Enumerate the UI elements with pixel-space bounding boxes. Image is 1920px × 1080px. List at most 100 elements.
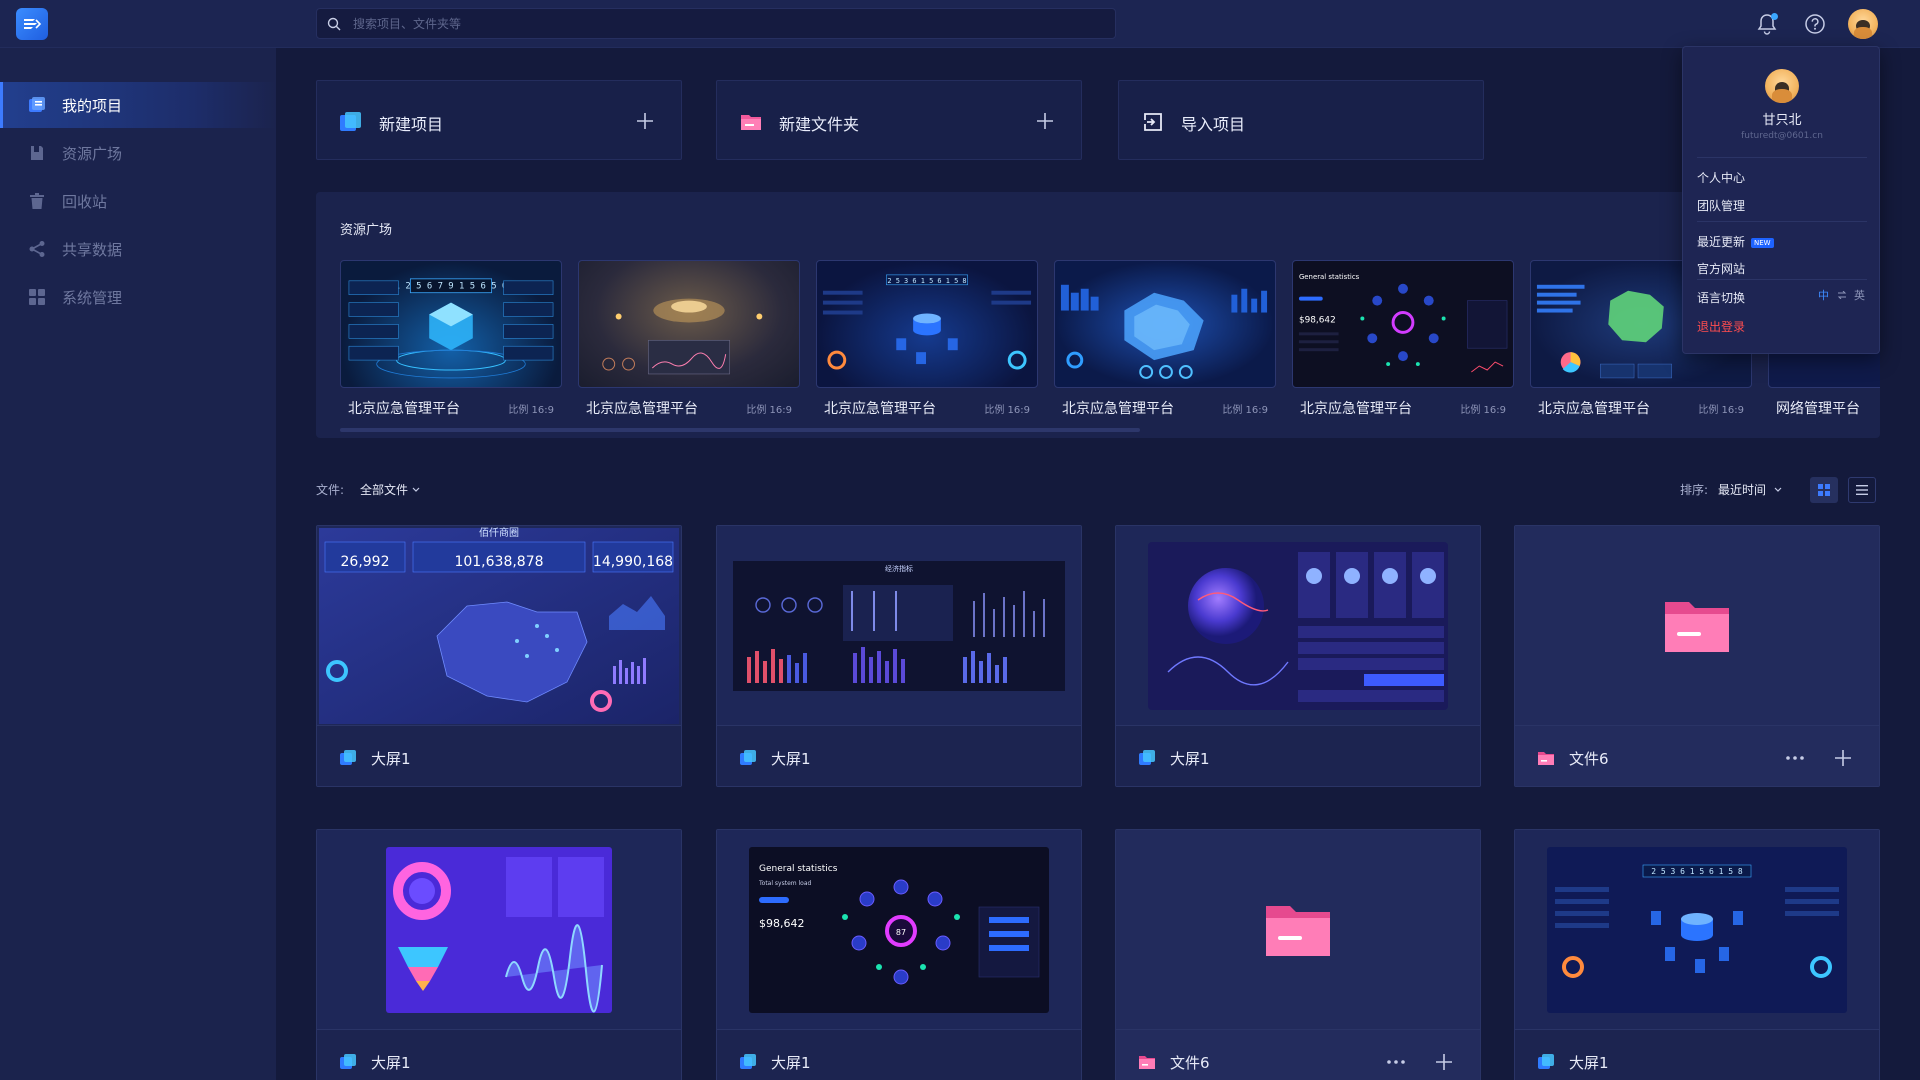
project-icon: [29, 97, 45, 112]
search-bar[interactable]: [316, 8, 1116, 39]
dashboard-preview: General statistics $98,642: [1298, 273, 1508, 373]
avatar-body: [1771, 89, 1793, 103]
folder-card[interactable]: 文件6: [1514, 525, 1880, 787]
search-input[interactable]: [353, 16, 1093, 31]
search-icon: [327, 17, 341, 30]
d7-center-value: 87: [896, 928, 906, 937]
r5-title: General statistics: [1299, 273, 1360, 281]
resource-thumbnail: [1054, 260, 1276, 388]
resource-card[interactable]: 北京应急管理平台 比例 16:9: [578, 260, 800, 417]
d7-title: General statistics: [759, 864, 838, 874]
screen-icon: [1538, 1054, 1554, 1069]
grid-view-button[interactable]: [1810, 477, 1838, 503]
folder-icon: [1538, 752, 1554, 765]
files-filter-dropdown[interactable]: 全部文件: [360, 481, 420, 498]
folder-thumbnail: [1515, 526, 1879, 726]
sidebar-item-trash[interactable]: 回收站: [0, 178, 276, 224]
user-email: futuredt@0601.cn: [1741, 131, 1823, 141]
notification-button[interactable]: [1754, 11, 1780, 37]
project-card-footer: 大屏1: [717, 1030, 1081, 1080]
d1-value-3: 14,990,168: [593, 554, 673, 570]
menu-item-profile[interactable]: 个人中心: [1697, 169, 1745, 186]
menu-item-team[interactable]: 团队管理: [1697, 197, 1745, 214]
sidebar-item-label: 系统管理: [62, 288, 123, 307]
folder-card-footer: 文件6: [1116, 1030, 1480, 1080]
resource-card[interactable]: 北京应急管理平台 比例 16:9: [1054, 260, 1276, 417]
project-card[interactable]: General statistics Total system load $98…: [716, 829, 1082, 1080]
import-project-card[interactable]: 导入项目: [1118, 80, 1484, 160]
add-to-folder-icon[interactable]: [1833, 748, 1853, 768]
dashboard-preview: [1148, 541, 1448, 710]
folder-icon: [741, 115, 761, 130]
menu-item-logout[interactable]: 退出登录: [1697, 318, 1745, 335]
r1-counter: 1 2 5 6 7 9 1 5 6 5 0: [395, 282, 508, 292]
d1-value-1: 26,992: [341, 554, 390, 570]
user-avatar[interactable]: [1848, 9, 1878, 39]
sort-dropdown[interactable]: 最近时间: [1718, 481, 1782, 498]
more-options-button[interactable]: [1386, 1052, 1406, 1072]
menu-item-language[interactable]: 语言切换: [1697, 289, 1745, 306]
folder-card-footer: 文件6: [1515, 726, 1879, 786]
add-to-folder-icon[interactable]: [1434, 1052, 1454, 1072]
resource-card[interactable]: 1 2 5 6 7 9 1 5 6 5 0 北京应急管理平台 比例 16:9: [340, 260, 562, 417]
project-thumbnail: General statistics Total system load $98…: [717, 830, 1081, 1030]
menu-item-recent-updates[interactable]: 最近更新 NEW: [1697, 233, 1774, 250]
folder-card[interactable]: 文件6: [1115, 829, 1481, 1080]
new-folder-card[interactable]: 新建文件夹: [716, 80, 1082, 160]
d7-subtitle: Total system load: [758, 880, 812, 887]
new-project-label: 新建项目: [379, 115, 444, 134]
files-filter-label: 文件:: [316, 483, 345, 497]
project-card-footer: 大屏1: [1116, 726, 1480, 786]
project-card[interactable]: 经济指标 大屏1: [716, 525, 1082, 787]
new-badge: NEW: [1751, 237, 1774, 248]
trash-icon: [30, 193, 44, 209]
resource-thumbnail: 1 2 5 6 7 9 1 5 6 5 0: [340, 260, 562, 388]
help-button[interactable]: [1802, 11, 1828, 37]
resource-scrollbar[interactable]: [340, 428, 1140, 432]
project-card[interactable]: 大屏1: [316, 829, 682, 1080]
more-icon: [1387, 1060, 1405, 1064]
project-name: 大屏1: [771, 750, 811, 768]
dashboard-preview: 佰仟商圈 26,992 101,638,878 14,990,168: [319, 526, 679, 724]
dashboard-preview: 2 5 3 6 1 5 6 1 5 8: [822, 274, 1032, 370]
sidebar-item-my-projects[interactable]: 我的项目: [0, 82, 276, 128]
project-card[interactable]: 2 5 3 6 1 5 6 1 5 8 大屏1: [1514, 829, 1880, 1080]
new-folder-label: 新建文件夹: [779, 115, 860, 134]
resource-name: 网络管理平台: [1776, 401, 1860, 417]
d7-value: $98,642: [759, 917, 805, 930]
lang-option-en[interactable]: 英: [1854, 289, 1865, 302]
chevron-down-icon: [412, 487, 420, 492]
sidebar-item-system[interactable]: 系统管理: [0, 274, 276, 320]
more-options-button[interactable]: [1785, 748, 1805, 768]
avatar-body: [1854, 27, 1872, 39]
screen-icon: [340, 1054, 356, 1069]
folder-thumbnail: [1116, 830, 1480, 1030]
resource-card[interactable]: General statistics $98,642 北京应急管理平台 比例 1…: [1292, 260, 1514, 417]
import-icon: [1143, 113, 1162, 131]
r5-value: $98,642: [1299, 315, 1336, 325]
project-card[interactable]: 大屏1: [1115, 525, 1481, 787]
user-menu: 甘只北 futuredt@0601.cn 个人中心 团队管理 最近更新 NEW 官…: [1682, 46, 1880, 354]
sidebar-item-resources[interactable]: 资源广场: [0, 130, 276, 176]
menu-item-official-site[interactable]: 官方网站: [1697, 260, 1745, 277]
plus-icon: [1037, 113, 1053, 129]
resource-name: 北京应急管理平台: [348, 401, 460, 417]
counter-text: 2 5 3 6 1 5 6 1 5 8: [1651, 867, 1743, 876]
resource-ratio: 比例 16:9: [984, 405, 1030, 416]
app-logo[interactable]: [16, 8, 48, 40]
new-project-card[interactable]: 新建项目: [316, 80, 682, 160]
resource-card[interactable]: 2 5 3 6 1 5 6 1 5 8 北京应急管理平台 比例 16:9: [816, 260, 1038, 417]
sidebar-item-shared-data[interactable]: 共享数据: [0, 226, 276, 272]
resource-panel-title: 资源广场: [340, 223, 393, 238]
project-card[interactable]: 佰仟商圈 26,992 101,638,878 14,990,168 大屏1: [316, 525, 682, 787]
list-view-button[interactable]: [1848, 477, 1876, 503]
dashboard-preview: [386, 846, 612, 1013]
lang-option-zh[interactable]: 中: [1818, 289, 1829, 302]
menu-item-label: 最近更新: [1697, 235, 1746, 249]
project-name: 大屏1: [1170, 750, 1210, 768]
dashboard-preview: [602, 298, 763, 375]
dashboard-preview: General statistics Total system load $98…: [749, 846, 1049, 1013]
resource-name: 北京应急管理平台: [1062, 401, 1174, 417]
screen-icon: [740, 1054, 756, 1069]
language-switch[interactable]: 中 英: [1818, 287, 1865, 303]
